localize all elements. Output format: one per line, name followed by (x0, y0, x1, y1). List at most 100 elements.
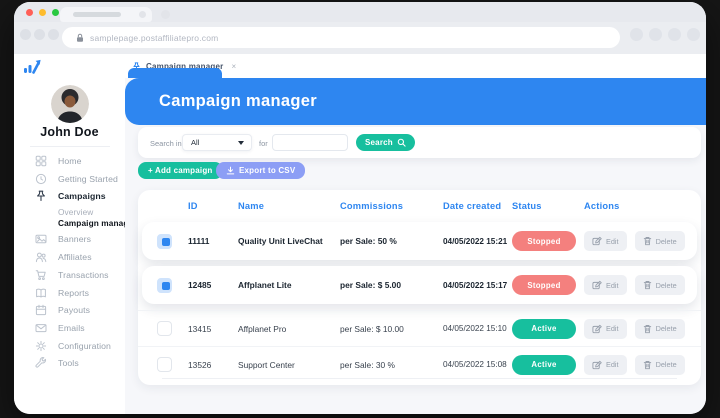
cell-commission: per Sale: 30 % (340, 360, 443, 370)
cell-commission: per Sale: 50 % (340, 236, 443, 246)
delete-button[interactable]: Delete (635, 275, 685, 295)
edit-button-label: Edit (606, 237, 619, 246)
book-icon (35, 287, 47, 299)
trash-icon (643, 360, 652, 370)
close-window-button[interactable] (26, 9, 33, 16)
cell-date-created: 04/05/2022 15:08 (443, 360, 512, 369)
table-row: 11111 Quality Unit LiveChat per Sale: 50… (142, 222, 697, 260)
dropdown-value: All (191, 138, 199, 147)
trash-icon (643, 280, 652, 290)
image-icon (35, 233, 47, 245)
new-tab-button[interactable] (161, 10, 170, 19)
delete-button[interactable]: Delete (635, 319, 685, 339)
sidebar-item-label: Getting Started (58, 174, 118, 184)
edit-button[interactable]: Edit (584, 231, 627, 251)
desktop-background: samplepage.postaffiliatepro.com Campaign… (0, 0, 720, 418)
delete-button[interactable]: Delete (635, 231, 685, 251)
column-header-status: Status (512, 201, 584, 211)
column-header-date-created: Date created (443, 201, 512, 211)
status-badge: Stopped (512, 275, 576, 295)
edit-button[interactable]: Edit (584, 319, 627, 339)
delete-button-label: Delete (656, 281, 677, 290)
delete-button-label: Delete (656, 237, 677, 246)
table-row: 13415 Affplanet Pro per Sale: $ 10.00 04… (138, 310, 701, 346)
grid-icon (35, 155, 47, 167)
sidebar-subitem-label: Overview (58, 207, 93, 217)
search-for-label: for (259, 139, 268, 148)
cell-date-created: 04/05/2022 15:21 (443, 237, 512, 246)
status-badge: Active (512, 355, 576, 375)
row-checkbox[interactable] (157, 357, 172, 372)
search-in-label: Search in (150, 139, 182, 148)
fullscreen-window-button[interactable] (52, 9, 59, 16)
page-header: Campaign manager (125, 78, 706, 125)
edit-pencil-icon (592, 324, 602, 334)
forward-button[interactable] (34, 29, 45, 40)
sidebar-item-label: Emails (58, 323, 85, 333)
trash-icon (643, 324, 652, 334)
sidebar-divider (30, 146, 110, 147)
minimize-window-button[interactable] (39, 9, 46, 16)
edit-pencil-icon (592, 280, 602, 290)
table-row: 13526 Support Center per Sale: 30 % 04/0… (138, 346, 701, 382)
table-header-row: ID Name Commissions Date created Status … (138, 190, 701, 222)
cell-id: 12485 (188, 280, 238, 290)
row-checkbox[interactable] (157, 278, 172, 293)
users-icon (35, 251, 47, 263)
sidebar: John Doe Home Getting Started Campaigns … (14, 78, 125, 414)
cell-date-created: 04/05/2022 15:17 (443, 281, 512, 290)
extension-button[interactable] (630, 28, 643, 41)
delete-button-label: Delete (656, 360, 677, 369)
search-button[interactable]: Search (356, 134, 415, 151)
delete-button-label: Delete (656, 324, 677, 333)
cell-commission: per Sale: $ 5.00 (340, 280, 443, 290)
pin-icon (35, 190, 47, 202)
table-body: 11111 Quality Unit LiveChat per Sale: 50… (138, 222, 701, 382)
row-checkbox[interactable] (157, 234, 172, 249)
row-checkbox[interactable] (157, 321, 172, 336)
column-header-actions: Actions (584, 201, 701, 211)
extension-button[interactable] (649, 28, 662, 41)
add-campaign-button[interactable]: + Add campaign (138, 162, 223, 179)
sidebar-item-label: Affiliates (58, 252, 92, 262)
edit-button[interactable]: Edit (584, 355, 627, 375)
search-input[interactable] (272, 134, 348, 151)
avatar (51, 85, 89, 123)
back-button[interactable] (20, 29, 31, 40)
cell-id: 13415 (188, 324, 238, 334)
browser-tab[interactable] (60, 7, 152, 22)
search-button-label: Search (365, 138, 393, 147)
reload-button[interactable] (48, 29, 59, 40)
tab-close-button[interactable] (139, 11, 146, 18)
delete-button[interactable]: Delete (635, 355, 685, 375)
app-tab-close-icon[interactable]: × (231, 62, 236, 71)
sidebar-item-label: Home (58, 156, 82, 166)
search-icon (397, 138, 406, 147)
column-header-name: Name (238, 201, 340, 211)
edit-pencil-icon (592, 360, 602, 370)
campaigns-table: ID Name Commissions Date created Status … (138, 190, 701, 385)
edit-button[interactable]: Edit (584, 275, 627, 295)
calendar-icon (35, 304, 47, 316)
sidebar-item-label: Transactions (58, 270, 109, 280)
cell-name: Support Center (238, 360, 340, 370)
cell-name: Affplanet Pro (238, 324, 340, 334)
edit-pencil-icon (592, 236, 602, 246)
sidebar-item-label: Reports (58, 288, 89, 298)
address-bar[interactable]: samplepage.postaffiliatepro.com (62, 27, 620, 48)
cell-id: 11111 (188, 236, 238, 246)
trash-icon (643, 236, 652, 246)
cell-commission: per Sale: $ 10.00 (340, 324, 443, 334)
user-name: John Doe (14, 125, 125, 139)
browser-window: samplepage.postaffiliatepro.com Campaign… (14, 2, 706, 414)
sidebar-item-label: Banners (58, 234, 91, 244)
sidebar-item-label: Tools (58, 358, 79, 368)
page-title: Campaign manager (159, 92, 317, 111)
wrench-icon (35, 357, 47, 369)
url-text: samplepage.postaffiliatepro.com (90, 33, 218, 43)
export-csv-button[interactable]: Export to CSV (216, 162, 305, 179)
profile-button[interactable] (668, 28, 681, 41)
edit-button-label: Edit (606, 324, 619, 333)
browser-menu-button[interactable] (687, 28, 700, 41)
search-filter-dropdown[interactable]: All (182, 134, 252, 151)
